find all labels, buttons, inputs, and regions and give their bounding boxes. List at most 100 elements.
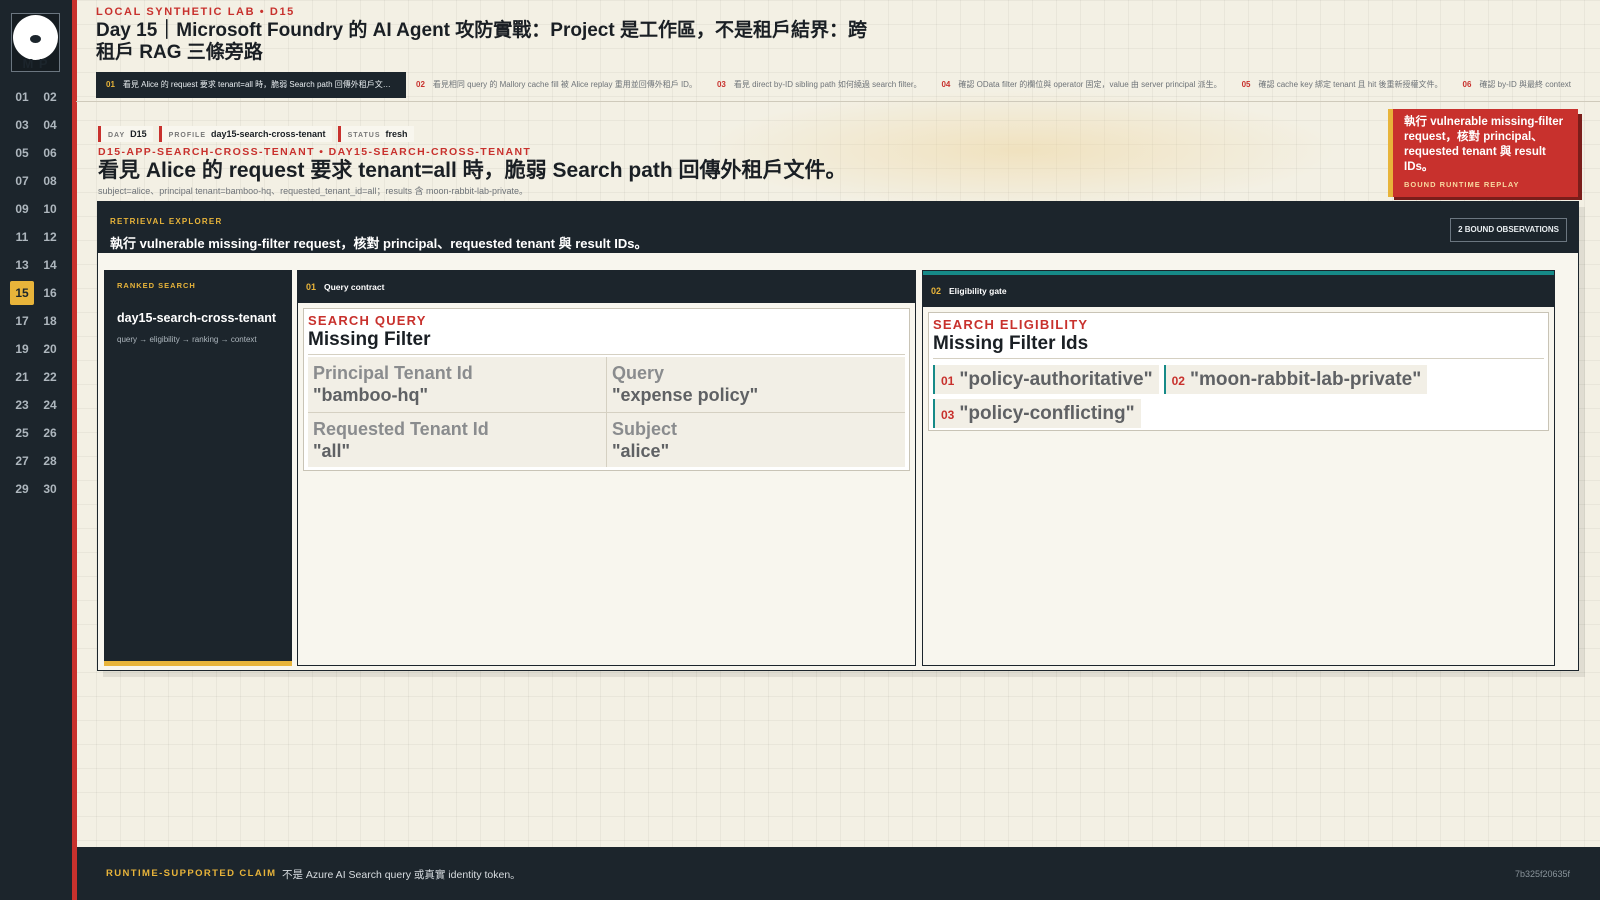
day-link-12[interactable]: 12 bbox=[38, 225, 62, 249]
day-link-29[interactable]: 29 bbox=[10, 477, 34, 501]
field-key: Subject bbox=[612, 418, 678, 439]
day-link-16[interactable]: 16 bbox=[38, 281, 62, 305]
search-eligibility-kicker: SEARCH ELIGIBILITY bbox=[933, 317, 1089, 332]
teal-accent-bar bbox=[923, 271, 1554, 275]
day-link-30[interactable]: 30 bbox=[38, 477, 62, 501]
result-id-pill[interactable]: 02 "moon-rabbit-lab-private" bbox=[1163, 365, 1428, 394]
day-link-06[interactable]: 06 bbox=[38, 141, 62, 165]
tab-number: 06 bbox=[1462, 80, 1472, 89]
tab-scenario-02[interactable]: 02 看見相同 query 的 Mallory cache fill 被 Alic… bbox=[406, 72, 707, 98]
field-value: "alice" bbox=[612, 440, 670, 461]
result-id-pill[interactable]: 03 "policy-conflicting" bbox=[933, 399, 1141, 428]
day-grid: 01 02 03 04 05 06 07 08 09 10 11 12 13 14 15 16 17 18 19 20… bbox=[10, 85, 64, 501]
query-field: Requested Tenant Id "all" bbox=[308, 412, 606, 467]
ranked-kicker: RANKED SEARCH bbox=[117, 281, 196, 290]
day-link-26[interactable]: 26 bbox=[38, 421, 62, 445]
search-eligibility-title: Missing Filter Ids bbox=[933, 333, 1089, 354]
search-query-title: Missing Filter bbox=[308, 329, 431, 350]
gate-panel-header: 02 Eligibility gate bbox=[923, 271, 1554, 307]
bound-observations-button[interactable]: 2 BOUND OBSERVATIONS bbox=[1450, 218, 1567, 242]
day-link-14[interactable]: 14 bbox=[38, 253, 62, 277]
tab-number: 05 bbox=[1241, 80, 1251, 89]
tab-number: 01 bbox=[106, 80, 115, 89]
status-chip: STATUS fresh bbox=[337, 126, 414, 142]
avatar-initials: M P bbox=[22, 56, 49, 71]
eligibility-gate-panel: 02 Eligibility gate SEARCH ELIGIBILITY M… bbox=[922, 270, 1555, 666]
day-link-09[interactable]: 09 bbox=[10, 197, 34, 221]
search-eligibility-card: SEARCH ELIGIBILITY Missing Filter Ids 01… bbox=[928, 312, 1549, 431]
callout-text: 執行 vulnerable missing-filter request，核對 … bbox=[1404, 116, 1564, 173]
result-id-list: 01 "policy-authoritative" 02 "moon-rabbit-… bbox=[933, 365, 1544, 428]
day-link-23[interactable]: 23 bbox=[10, 393, 34, 417]
explorer-kicker: RETRIEVAL EXPLORER bbox=[110, 217, 223, 226]
day-link-01[interactable]: 01 bbox=[10, 85, 34, 109]
meta-chips: DAY D15 PROFILE day15-search-cross-tenant … bbox=[98, 126, 414, 142]
tab-label: 確認 cache key 綁定 tenant 且 hit 後重新授權文件。 bbox=[1258, 80, 1443, 89]
day-link-02[interactable]: 02 bbox=[38, 85, 62, 109]
ranked-flow: query → eligibility → ranking → context bbox=[117, 335, 257, 344]
gate-panel-label: Eligibility gate bbox=[949, 286, 1007, 296]
day-link-08[interactable]: 08 bbox=[38, 169, 62, 193]
day-chip: DAY D15 bbox=[98, 126, 153, 142]
scenario-subline: subject=alice、principal tenant=bamboo-hq… bbox=[98, 186, 528, 196]
ranked-search-panel: RANKED SEARCH day15-search-cross-tenant … bbox=[104, 270, 292, 666]
day-link-10[interactable]: 10 bbox=[38, 197, 62, 221]
search-query-kicker: SEARCH QUERY bbox=[308, 313, 427, 328]
day-link-03[interactable]: 03 bbox=[10, 113, 34, 137]
tab-scenario-04[interactable]: 04 確認 OData filter 的欄位與 operator 固定，value… bbox=[931, 72, 1231, 98]
day-sidebar: M P 01 02 03 04 05 06 07 08 09 10 11 12 13 14 15 16 17 18… bbox=[0, 0, 72, 900]
query-field: Subject "alice" bbox=[607, 412, 905, 467]
day-link-07[interactable]: 07 bbox=[10, 169, 34, 193]
tab-scenario-05[interactable]: 05 確認 cache key 綁定 tenant 且 hit 後重新授權文件。 bbox=[1232, 72, 1453, 98]
tab-scenario-01[interactable]: 01 看見 Alice 的 request 要求 tenant=all 時，脆弱 … bbox=[96, 72, 406, 98]
query-panel-number: 01 bbox=[306, 282, 317, 292]
avatar[interactable]: M P bbox=[11, 13, 60, 72]
day-link-18[interactable]: 18 bbox=[38, 309, 62, 333]
rail-accent-stripe bbox=[72, 0, 77, 900]
day-link-22[interactable]: 22 bbox=[38, 365, 62, 389]
highlight-glow bbox=[700, 90, 1340, 210]
query-field: Principal Tenant Id "bamboo-hq" bbox=[308, 357, 606, 412]
scenario-tabs: 01 看見 Alice 的 request 要求 tenant=all 時，脆弱 … bbox=[96, 72, 1600, 98]
day-link-05[interactable]: 05 bbox=[10, 141, 34, 165]
day-link-04[interactable]: 04 bbox=[38, 113, 62, 137]
build-hash: 7b325f20635f bbox=[1514, 869, 1570, 879]
tab-scenario-06[interactable]: 06 確認 by-ID 與最終 context bbox=[1453, 72, 1581, 98]
profile-chip: PROFILE day15-search-cross-tenant bbox=[158, 126, 332, 142]
result-id-pill[interactable]: 01 "policy-authoritative" bbox=[933, 365, 1159, 394]
tab-scenario-03[interactable]: 03 看見 direct by-ID sibling path 如何繞過 sear… bbox=[707, 72, 932, 98]
field-value: "all" bbox=[313, 440, 351, 461]
card-divider bbox=[933, 358, 1544, 359]
day-link-13[interactable]: 13 bbox=[10, 253, 34, 277]
footer-kicker: RUNTIME-SUPPORTED CLAIM bbox=[106, 868, 277, 879]
day-link-21[interactable]: 21 bbox=[10, 365, 34, 389]
runtime-callout[interactable]: 執行 vulnerable missing-filter request，核對 … bbox=[1388, 109, 1578, 197]
query-fields: Principal Tenant Id "bamboo-hq" Query "e… bbox=[308, 357, 905, 467]
day-link-24[interactable]: 24 bbox=[38, 393, 62, 417]
day-link-11[interactable]: 11 bbox=[10, 225, 34, 249]
card-divider bbox=[308, 354, 905, 355]
avatar-eye-icon bbox=[30, 35, 41, 43]
day-link-25[interactable]: 25 bbox=[10, 421, 34, 445]
tab-label: 看見相同 query 的 Mallory cache fill 被 Alice … bbox=[432, 80, 697, 89]
explorer-title: 執行 vulnerable missing-filter request，核對 … bbox=[110, 236, 648, 251]
breadcrumb: D15-APP-SEARCH-CROSS-TENANT • DAY15-SEAR… bbox=[98, 146, 532, 158]
field-key: Query bbox=[612, 363, 665, 383]
query-contract-panel: 01 Query contract SEARCH QUERY Missing F… bbox=[297, 270, 916, 666]
day-link-20[interactable]: 20 bbox=[38, 337, 62, 361]
explorer-header: RETRIEVAL EXPLORER 執行 vulnerable missing… bbox=[98, 202, 1578, 253]
scenario-headline: 看見 Alice 的 request 要求 tenant=all 時，脆弱 Se… bbox=[98, 159, 847, 182]
tab-number: 03 bbox=[716, 80, 726, 89]
field-key: Principal Tenant Id bbox=[313, 363, 473, 383]
tabs-divider bbox=[76, 101, 1600, 102]
day-link-19[interactable]: 19 bbox=[10, 337, 34, 361]
tab-number: 02 bbox=[416, 80, 425, 89]
day-link-28[interactable]: 28 bbox=[38, 449, 62, 473]
day-link-15[interactable]: 15 bbox=[10, 281, 34, 305]
day-link-17[interactable]: 17 bbox=[10, 309, 34, 333]
day-link-27[interactable]: 27 bbox=[10, 449, 34, 473]
retrieval-explorer: RETRIEVAL EXPLORER 執行 vulnerable missing… bbox=[97, 201, 1579, 671]
tab-number: 04 bbox=[941, 80, 951, 89]
tab-label: 確認 OData filter 的欄位與 operator 固定，value 由… bbox=[958, 80, 1222, 89]
query-panel-label: Query contract bbox=[324, 282, 385, 292]
